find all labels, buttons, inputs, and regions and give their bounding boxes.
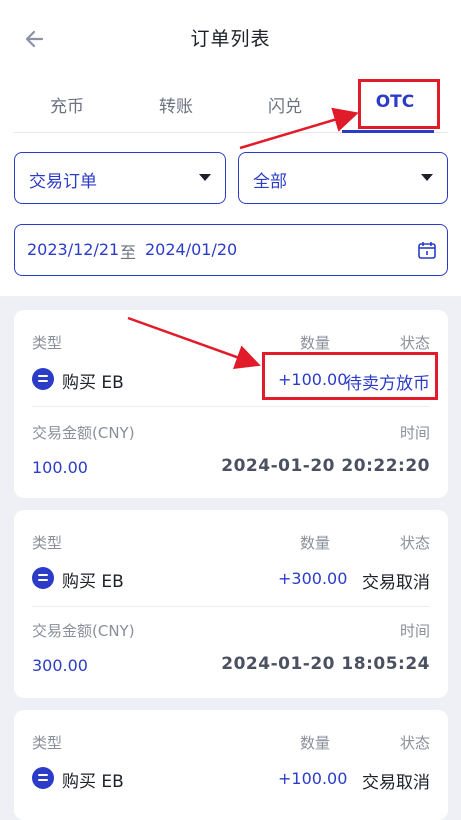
status-label: 状态: [399, 734, 430, 752]
time-label: 时间: [399, 622, 430, 640]
order-quantity: +300.00: [278, 569, 348, 588]
status-label: 状态: [399, 534, 430, 552]
order-status: 交易取消: [362, 773, 430, 793]
order-status: 交易取消: [362, 573, 430, 593]
status-select[interactable]: 全部: [238, 152, 448, 204]
filter-panel: 充币 转账 闪兑 OTC 交易订单 全部 2023/12/21 至 2024/0…: [0, 76, 461, 296]
top-bar: 订单列表: [0, 0, 461, 77]
order-time: 2024-01-20 20:22:20: [221, 456, 430, 476]
order-card[interactable]: 类型 数量 状态 购买 EB +100.00 待卖方放币 交易金额(CNY) 时…: [14, 310, 448, 498]
date-from: 2023/12/21: [27, 240, 120, 259]
date-to: 2024/01/20: [145, 240, 238, 259]
tab-swap[interactable]: 闪兑: [250, 92, 320, 117]
otc-tab-highlight: [358, 79, 440, 129]
amount-label: 交易金额(CNY): [32, 622, 135, 640]
status-label: 状态: [399, 334, 430, 352]
calendar-icon: [418, 242, 436, 259]
quantity-label: 数量: [300, 734, 331, 752]
card-divider: [32, 406, 430, 407]
order-card[interactable]: 类型 数量 状态 购买 EB +100.00 交易取消: [14, 710, 448, 820]
order-type: 购买 EB: [62, 772, 124, 792]
type-label: 类型: [32, 734, 63, 752]
date-separator: 至: [120, 243, 137, 262]
card-divider: [32, 606, 430, 607]
status-value: 全部: [253, 172, 287, 192]
caret-down-icon: [421, 174, 433, 181]
order-type-value: 交易订单: [29, 172, 97, 192]
coin-icon: [32, 368, 54, 390]
quantity-label: 数量: [300, 334, 331, 352]
order-type: 购买 EB: [62, 572, 124, 592]
coin-icon: [32, 567, 54, 589]
quantity-label: 数量: [300, 534, 331, 552]
order-amount: 300.00: [32, 656, 88, 675]
date-range-picker[interactable]: 2023/12/21 至 2024/01/20: [14, 224, 448, 276]
caret-down-icon: [199, 174, 211, 181]
status-highlight: [262, 352, 438, 400]
page-title: 订单列表: [190, 28, 271, 50]
type-label: 类型: [32, 334, 63, 352]
order-time: 2024-01-20 18:05:24: [221, 654, 430, 674]
order-type: 购买 EB: [62, 373, 124, 393]
tab-transfer[interactable]: 转账: [141, 92, 211, 117]
order-card[interactable]: 类型 数量 状态 购买 EB +300.00 交易取消 交易金额(CNY) 时间…: [14, 510, 448, 698]
order-quantity: +100.00: [278, 769, 348, 788]
amount-label: 交易金额(CNY): [32, 424, 135, 442]
time-label: 时间: [399, 424, 430, 442]
type-label: 类型: [32, 534, 63, 552]
order-amount: 100.00: [32, 458, 88, 477]
tab-deposit[interactable]: 充币: [32, 92, 102, 117]
order-type-select[interactable]: 交易订单: [14, 152, 226, 204]
tab-active-indicator: [342, 130, 434, 133]
coin-icon: [32, 767, 54, 789]
